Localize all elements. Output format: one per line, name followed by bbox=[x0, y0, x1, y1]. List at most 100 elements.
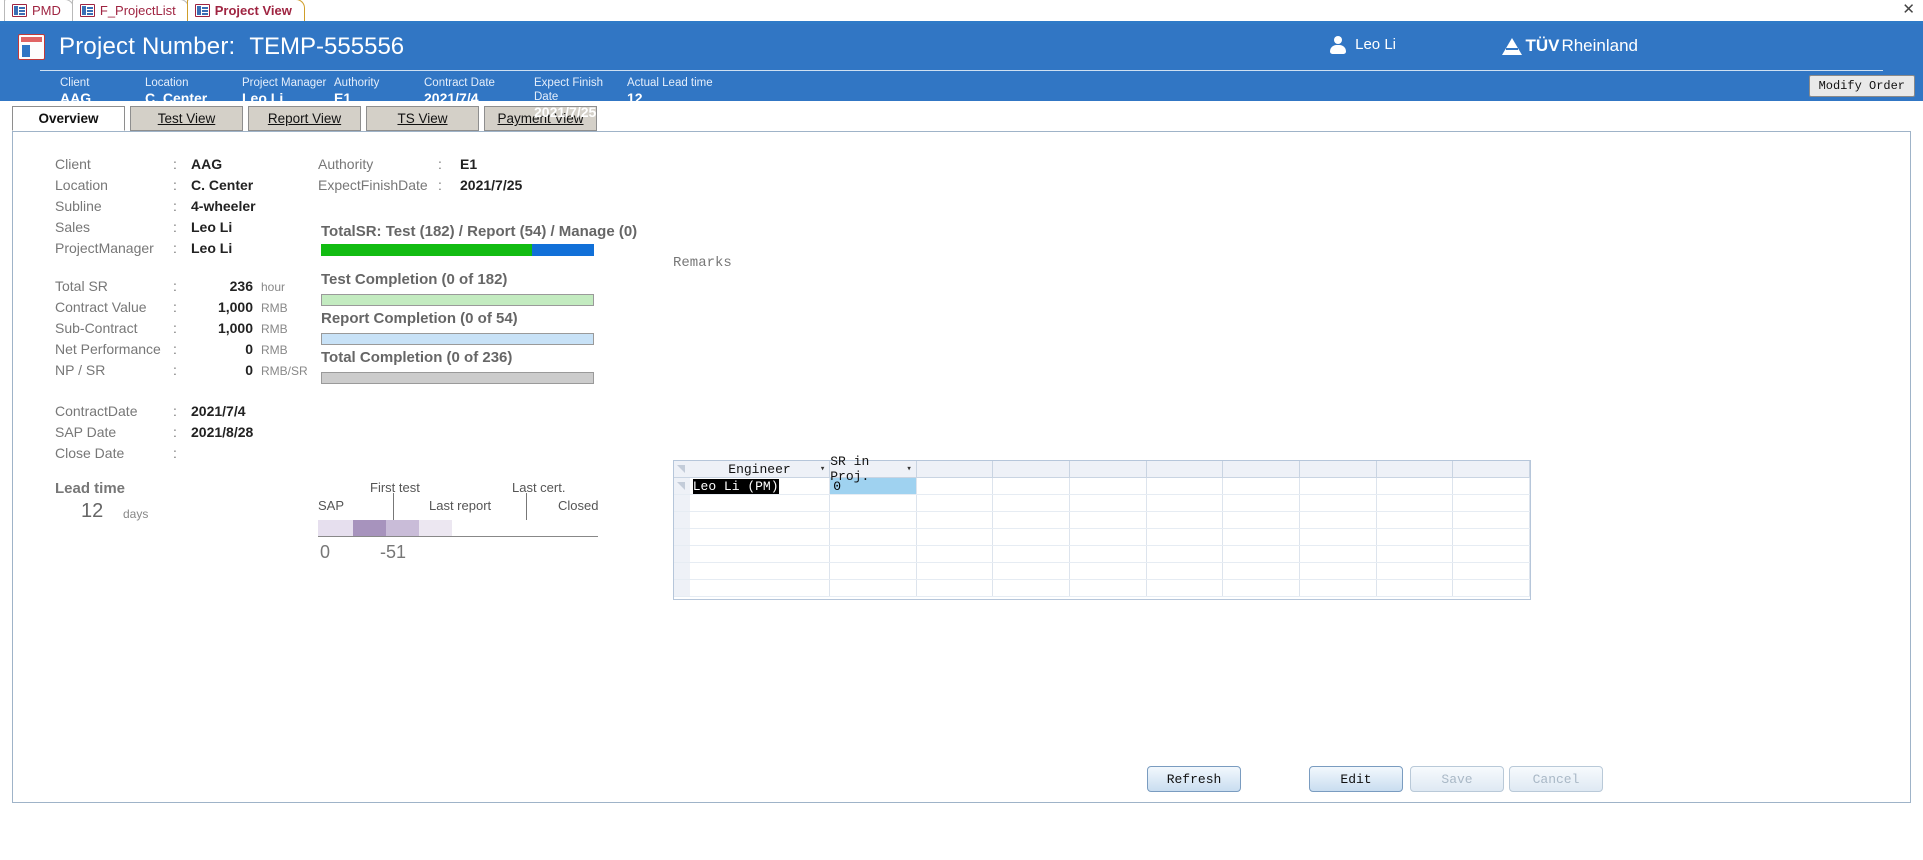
cell-blank[interactable] bbox=[830, 512, 917, 528]
cell-blank[interactable] bbox=[1147, 512, 1224, 528]
table-row-empty[interactable] bbox=[674, 546, 1531, 563]
row-select-corner[interactable] bbox=[674, 461, 690, 477]
cell-blank[interactable] bbox=[1453, 563, 1531, 579]
table-row-empty[interactable] bbox=[674, 495, 1531, 512]
cell-blank[interactable] bbox=[690, 512, 831, 528]
cell-blank[interactable] bbox=[830, 495, 917, 511]
cell-blank[interactable] bbox=[690, 546, 831, 562]
engineer-datasheet[interactable]: Engineer ▾ SR in Proj. ▾ Leo Li (PM) 0 bbox=[673, 454, 1531, 600]
row-selector[interactable] bbox=[674, 580, 690, 596]
cell-blank[interactable] bbox=[1147, 563, 1224, 579]
cell-blank[interactable] bbox=[1147, 495, 1224, 511]
edit-button[interactable]: Edit bbox=[1309, 766, 1403, 792]
cell-blank[interactable] bbox=[1300, 495, 1377, 511]
datasheet-empty-rows bbox=[674, 495, 1531, 597]
row-selector[interactable] bbox=[674, 478, 690, 494]
cell-blank[interactable] bbox=[1453, 529, 1531, 545]
cell-blank[interactable] bbox=[1453, 580, 1531, 596]
cell-blank[interactable] bbox=[1453, 512, 1531, 528]
cell-blank[interactable] bbox=[1377, 563, 1454, 579]
cell-blank[interactable] bbox=[917, 529, 994, 545]
modify-order-button[interactable]: Modify Order bbox=[1808, 75, 1915, 97]
cell-blank[interactable] bbox=[993, 546, 1071, 562]
chevron-down-icon[interactable]: ▾ bbox=[906, 464, 911, 474]
cell-blank[interactable] bbox=[1453, 546, 1531, 562]
cell-blank[interactable] bbox=[1223, 495, 1301, 511]
cell-blank[interactable] bbox=[1300, 512, 1377, 528]
cell-blank[interactable] bbox=[1300, 529, 1377, 545]
cell-blank[interactable] bbox=[1070, 495, 1147, 511]
cell-blank[interactable] bbox=[993, 529, 1071, 545]
cell-blank[interactable] bbox=[1147, 580, 1224, 596]
refresh-button[interactable]: Refresh bbox=[1147, 766, 1241, 792]
chevron-down-icon[interactable]: ▾ bbox=[820, 464, 825, 474]
cell-blank[interactable] bbox=[1070, 580, 1147, 596]
row-selector[interactable] bbox=[674, 563, 690, 579]
cell-blank[interactable] bbox=[690, 495, 831, 511]
cell-blank[interactable] bbox=[993, 512, 1071, 528]
cell-blank[interactable] bbox=[1223, 563, 1301, 579]
cell-blank[interactable] bbox=[1300, 546, 1377, 562]
cell-blank[interactable] bbox=[917, 563, 994, 579]
timeline-label-closed: Closed bbox=[558, 498, 599, 513]
cell-blank[interactable] bbox=[690, 580, 831, 596]
cell-blank[interactable] bbox=[690, 563, 831, 579]
cell-blank[interactable] bbox=[993, 580, 1071, 596]
cell-blank[interactable] bbox=[1147, 546, 1224, 562]
cell-blank[interactable] bbox=[1377, 546, 1454, 562]
table-row-empty[interactable] bbox=[674, 580, 1531, 597]
cell-blank[interactable] bbox=[993, 563, 1071, 579]
column-header-sr-in-proj[interactable]: SR in Proj. ▾ bbox=[830, 454, 917, 484]
cell-blank[interactable] bbox=[917, 580, 994, 596]
cell-blank[interactable] bbox=[1147, 529, 1224, 545]
cell-blank[interactable] bbox=[1377, 495, 1454, 511]
document-tab-f-projectlist[interactable]: F_ProjectList bbox=[71, 0, 189, 21]
timeline-label-first-test: First test bbox=[370, 480, 420, 495]
cell-blank[interactable] bbox=[830, 580, 917, 596]
cell-blank[interactable] bbox=[1070, 563, 1147, 579]
table-row-empty[interactable] bbox=[674, 512, 1531, 529]
current-user[interactable]: Leo Li bbox=[1330, 36, 1396, 54]
table-row-empty[interactable] bbox=[674, 529, 1531, 546]
table-row[interactable]: Leo Li (PM) 0 bbox=[674, 478, 1531, 495]
close-icon[interactable]: ✕ bbox=[1902, 2, 1915, 18]
row-selector[interactable] bbox=[674, 546, 690, 562]
cell-blank[interactable] bbox=[1070, 546, 1147, 562]
cell-blank[interactable] bbox=[690, 529, 831, 545]
cell-blank[interactable] bbox=[993, 495, 1071, 511]
cell-blank[interactable] bbox=[917, 495, 994, 511]
document-tab-project-view[interactable]: Project View bbox=[186, 0, 305, 21]
cell-blank[interactable] bbox=[1223, 546, 1301, 562]
cell-blank[interactable] bbox=[917, 512, 994, 528]
colon: : bbox=[173, 240, 177, 256]
column-header-engineer[interactable]: Engineer ▾ bbox=[690, 461, 831, 477]
cell-blank[interactable] bbox=[1223, 580, 1301, 596]
colon: : bbox=[173, 362, 177, 378]
cell-blank[interactable] bbox=[917, 546, 994, 562]
cell-blank bbox=[1147, 478, 1224, 494]
project-number-value: TEMP-555556 bbox=[249, 33, 405, 60]
cell-blank[interactable] bbox=[1377, 512, 1454, 528]
row-selector[interactable] bbox=[674, 495, 690, 511]
cell-blank[interactable] bbox=[1377, 580, 1454, 596]
cell-engineer[interactable]: Leo Li (PM) bbox=[690, 478, 831, 494]
cell-blank[interactable] bbox=[1300, 563, 1377, 579]
cell-blank[interactable] bbox=[1377, 529, 1454, 545]
timeline-axis bbox=[318, 536, 598, 537]
cell-blank[interactable] bbox=[1453, 495, 1531, 511]
cell-blank[interactable] bbox=[1070, 529, 1147, 545]
cell-blank[interactable] bbox=[830, 546, 917, 562]
field-subline: Subline : 4-wheeler bbox=[55, 198, 256, 214]
cell-blank[interactable] bbox=[830, 529, 917, 545]
colon: : bbox=[438, 156, 442, 172]
field-location: Location : C. Center bbox=[55, 177, 253, 193]
table-row-empty[interactable] bbox=[674, 563, 1531, 580]
row-selector[interactable] bbox=[674, 529, 690, 545]
cell-blank[interactable] bbox=[1223, 512, 1301, 528]
document-tab-pmd[interactable]: PMD bbox=[4, 0, 74, 21]
cell-blank[interactable] bbox=[1223, 529, 1301, 545]
row-selector[interactable] bbox=[674, 512, 690, 528]
cell-blank[interactable] bbox=[1070, 512, 1147, 528]
cell-blank[interactable] bbox=[1300, 580, 1377, 596]
cell-blank[interactable] bbox=[830, 563, 917, 579]
